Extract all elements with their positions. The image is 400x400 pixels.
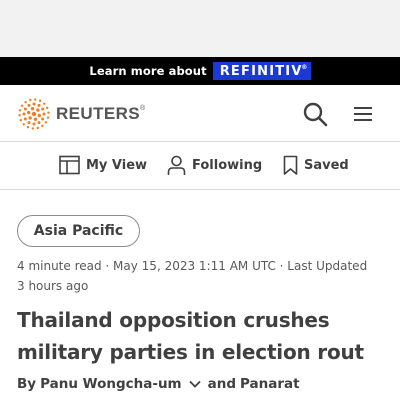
site-header: REUTERS® (0, 85, 400, 142)
my-view-icon (59, 155, 80, 175)
promo-text: Learn more about (89, 64, 207, 78)
author-link[interactable]: Panarat (240, 376, 300, 392)
refinitiv-brand: REFINITIV (219, 63, 303, 79)
subnav-my-view[interactable]: My View (59, 155, 147, 175)
reuters-logo-icon (18, 98, 50, 130)
subnav-following-label: Following (192, 158, 263, 173)
refinitiv-logo[interactable]: REFINITIV ® (212, 62, 311, 80)
subnav-saved-label: Saved (304, 158, 349, 173)
person-icon (167, 155, 186, 175)
bookmark-icon (283, 155, 298, 175)
chevron-down-icon[interactable] (188, 377, 202, 391)
search-icon[interactable] (302, 101, 328, 127)
article-headline: Thailand opposition crushes military par… (17, 308, 364, 364)
subnav-following[interactable]: Following (167, 155, 262, 176)
refinitiv-mark: ® (301, 64, 309, 71)
hamburger-menu-icon[interactable] (351, 102, 375, 126)
article-meta: 4 minute read · May 15, 2023 1:11 AM UTC… (17, 259, 368, 293)
sub-navigation: My View Following Saved (0, 142, 400, 190)
refinitiv-promo-banner[interactable]: Learn more about REFINITIV ® (0, 57, 400, 85)
byline-prefix: By (17, 376, 37, 392)
byline: By Panu Wongcha-um and Panarat (17, 376, 300, 392)
reuters-logo[interactable]: REUTERS® (17, 97, 146, 131)
byline-and: and (207, 376, 237, 392)
subnav-saved[interactable]: Saved (283, 155, 349, 176)
author-link[interactable]: Panu Wongcha-um (40, 376, 182, 392)
logo-text: REUTERS® (56, 104, 146, 123)
subnav-my-view-label: My View (86, 157, 148, 173)
section-tag[interactable]: Asia Pacific (17, 215, 140, 247)
ad-placeholder (0, 0, 400, 57)
